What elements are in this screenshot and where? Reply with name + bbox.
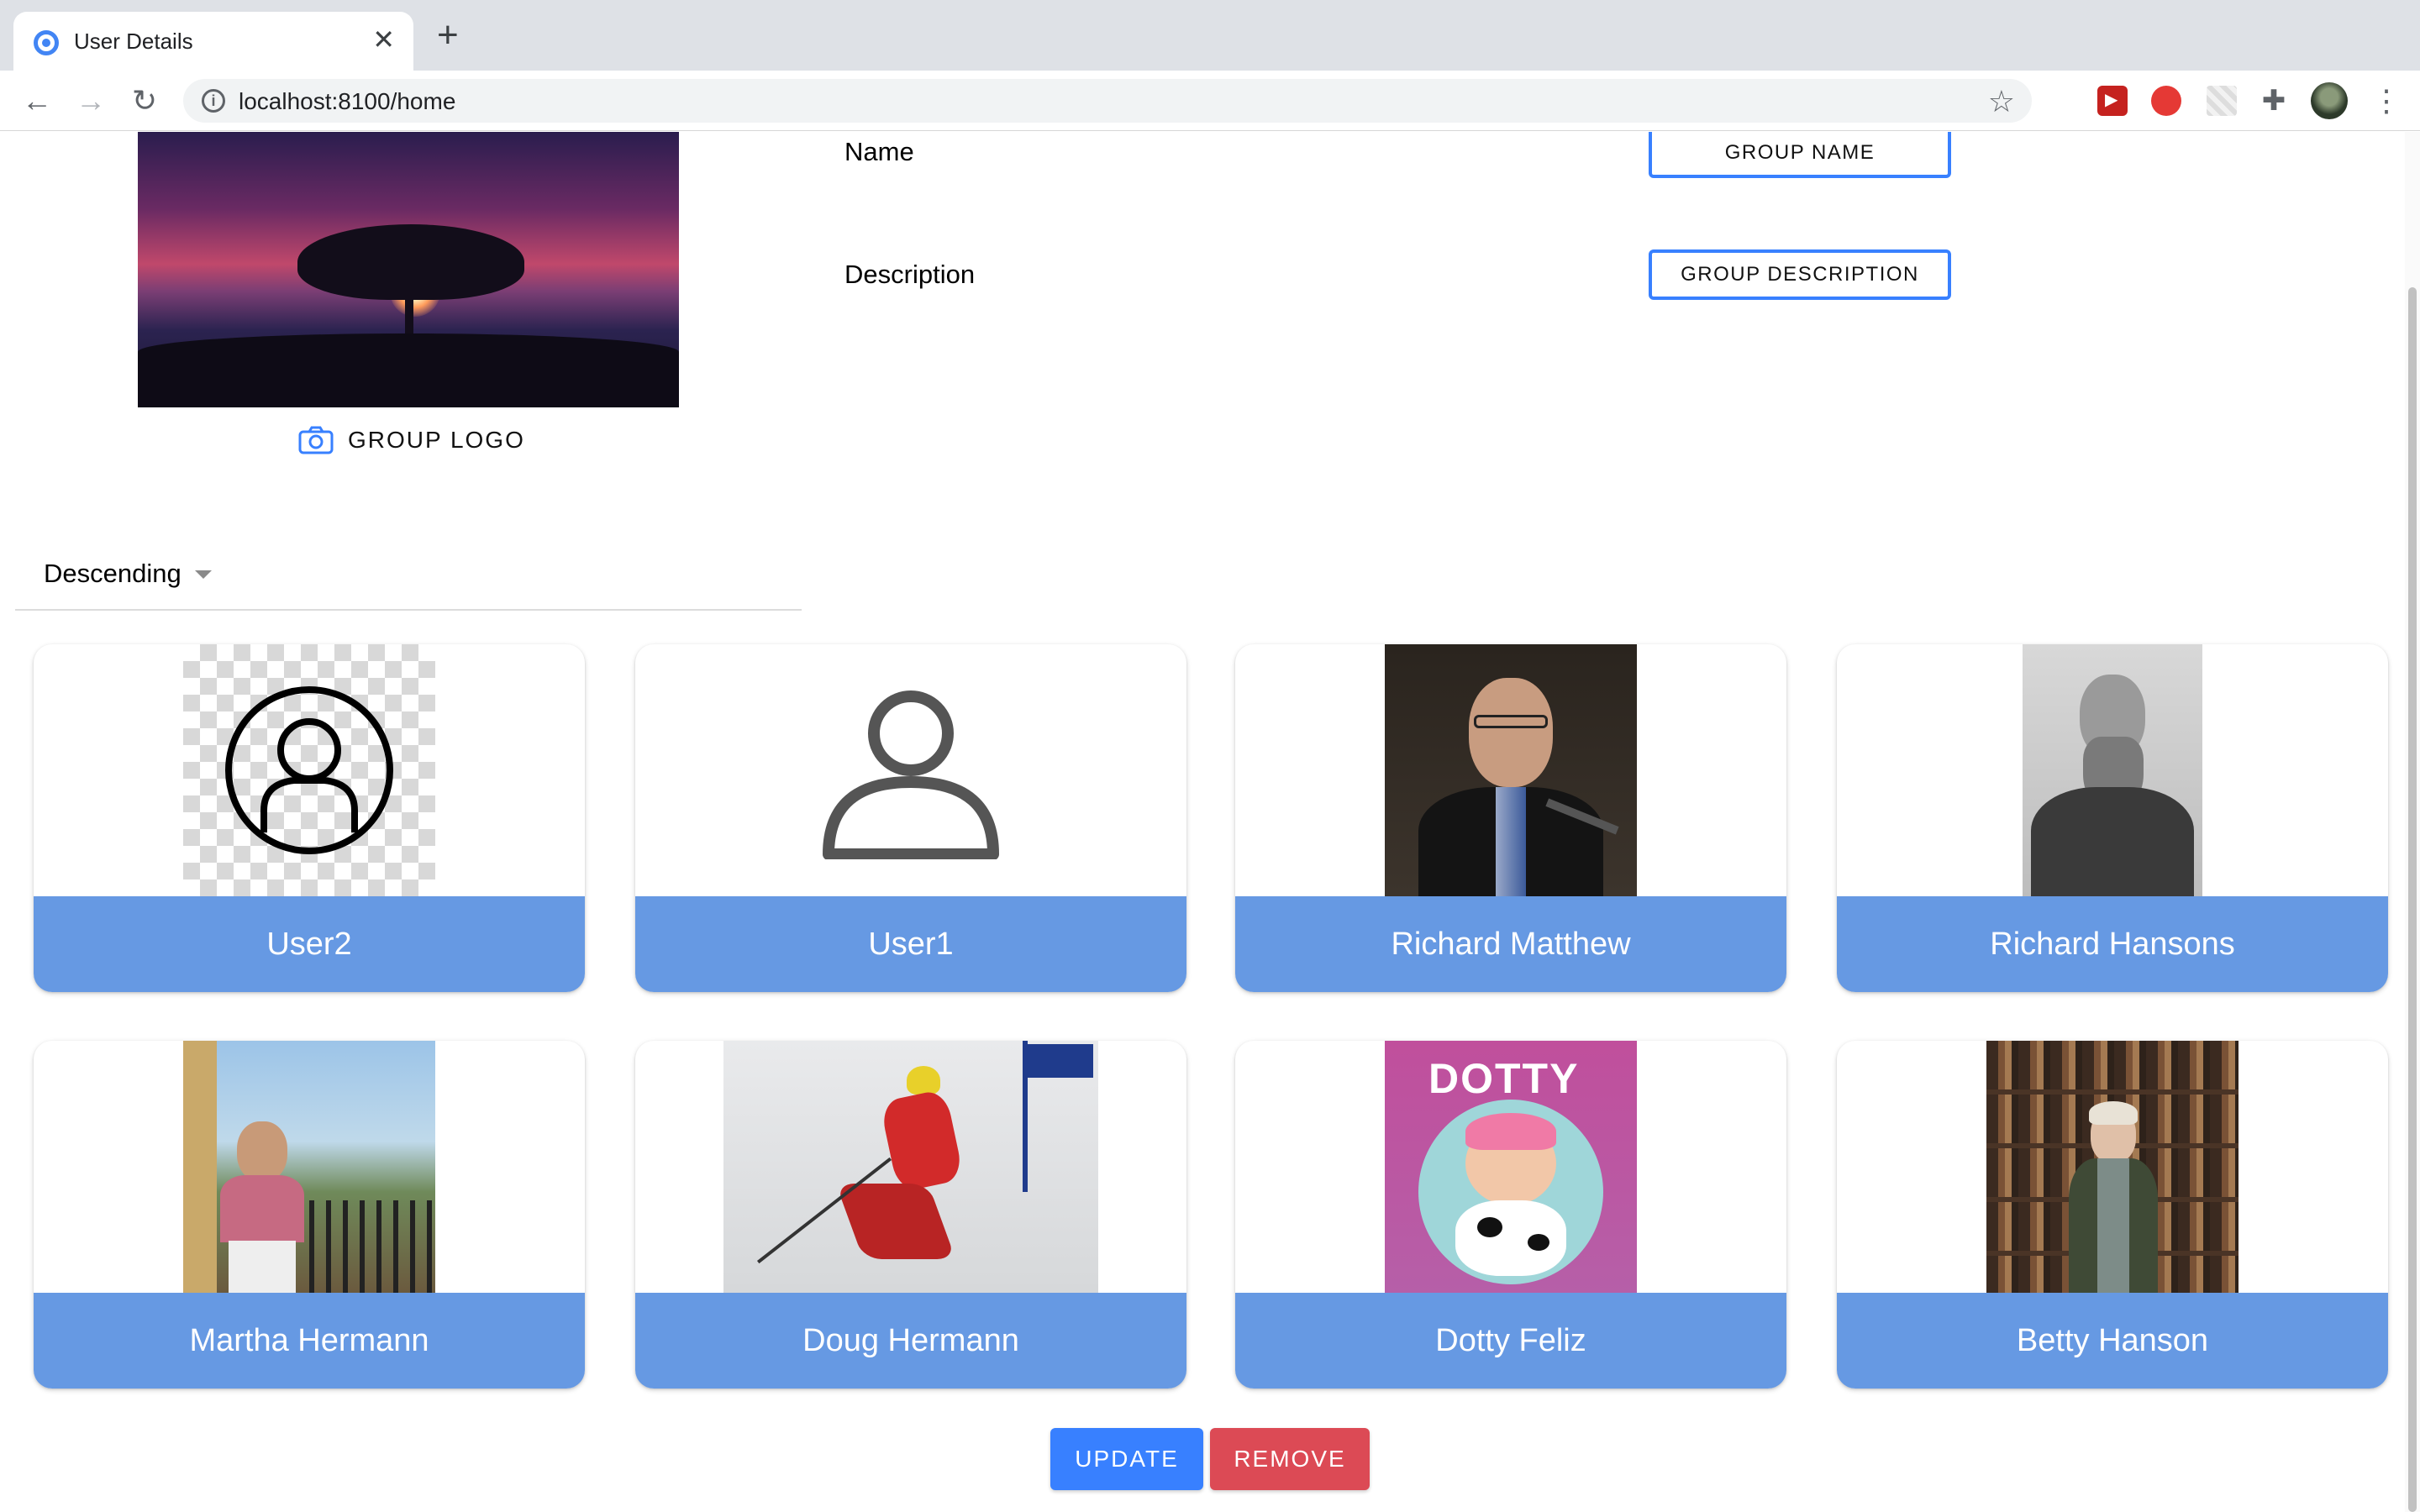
back-arrow-icon[interactable]: ←: [18, 82, 55, 119]
user-name: Martha Hermann: [34, 1293, 585, 1389]
person-shirt: [2097, 1158, 2129, 1293]
new-tab-button[interactable]: +: [437, 17, 459, 54]
user-name: Richard Matthew: [1235, 896, 1786, 992]
user-photo: [183, 1041, 435, 1293]
user-card[interactable]: Richard Matthew: [1235, 644, 1786, 992]
glasses: [1474, 715, 1548, 728]
sort-value: Descending: [44, 559, 182, 588]
extension-icon[interactable]: [2097, 86, 2128, 116]
group-name-button[interactable]: GROUP NAME: [1649, 132, 1951, 178]
extension-icon[interactable]: [2207, 86, 2237, 116]
user-card[interactable]: User2: [34, 644, 585, 992]
browser-tab[interactable]: User Details ✕: [13, 12, 413, 71]
user-name: Doug Hermann: [635, 1293, 1186, 1389]
user-name: Dotty Feliz: [1235, 1293, 1786, 1389]
sort-order-select[interactable]: Descending: [15, 552, 802, 611]
person-pants: [229, 1241, 296, 1293]
profile-avatar[interactable]: [2311, 82, 2348, 119]
user-card[interactable]: Betty Hanson: [1837, 1041, 2388, 1389]
user-card[interactable]: Martha Hermann: [34, 1041, 585, 1389]
scrollbar-thumb[interactable]: [2408, 287, 2417, 1512]
user-card[interactable]: Richard Hansons: [1837, 644, 2388, 992]
more-menu-icon[interactable]: ⋮: [2371, 82, 2402, 119]
bookmark-star-icon[interactable]: ☆: [1988, 84, 2015, 119]
ground-silhouette: [138, 333, 679, 407]
user-avatar: [785, 644, 1037, 896]
tree-silhouette: [297, 224, 524, 300]
remove-button[interactable]: REMOVE: [1210, 1428, 1370, 1490]
cow-spots: [1477, 1217, 1502, 1237]
puzzle-extensions-icon[interactable]: ✚: [2259, 86, 2289, 116]
person-head: [1469, 678, 1553, 787]
skier-helmet: [907, 1066, 940, 1095]
gate-flag: [1026, 1044, 1093, 1078]
skier-body: [879, 1088, 965, 1194]
user-photo: [1986, 1041, 2238, 1293]
site-info-icon[interactable]: i: [202, 89, 225, 113]
user-card[interactable]: Doug Hermann: [635, 1041, 1186, 1389]
group-logo-image: [138, 132, 679, 407]
dotty-title: DOTTY: [1428, 1055, 1580, 1102]
tab-strip: User Details ✕ +: [0, 0, 2420, 71]
update-button[interactable]: UPDATE: [1050, 1428, 1203, 1490]
group-description-button[interactable]: GROUP DESCRIPTION: [1649, 249, 1951, 300]
gate-pole: [1023, 1041, 1028, 1192]
group-logo-label: GROUP LOGO: [348, 427, 525, 453]
railing: [309, 1200, 435, 1293]
user-card[interactable]: DOTTY Dotty Feliz: [1235, 1041, 1786, 1389]
user-circle-placeholder-icon: [225, 686, 393, 854]
person-silhouette-icon: [823, 690, 999, 859]
cow-spots: [1528, 1234, 1549, 1251]
user-name: User1: [635, 896, 1186, 992]
wall: [183, 1041, 217, 1293]
user-photo: [1385, 644, 1637, 896]
favicon-icon: [34, 30, 59, 55]
browser-toolbar: ← → ↻ i localhost:8100/home ☆ ✚ ⋮: [0, 71, 2420, 131]
name-label: Name: [844, 137, 914, 166]
user-name: Richard Hansons: [1837, 896, 2388, 992]
address-bar[interactable]: i localhost:8100/home ☆: [183, 79, 2032, 123]
tab-title: User Details: [74, 29, 193, 54]
close-tab-icon[interactable]: ✕: [372, 25, 395, 54]
caret-down-icon: [195, 570, 212, 579]
doll-body: [1455, 1200, 1566, 1276]
page-content: GROUP LOGO Name GROUP NAME Description G…: [0, 132, 2420, 1512]
user-photo: DOTTY: [1385, 1041, 1637, 1293]
doll-hair: [1465, 1113, 1556, 1150]
description-label: Description: [844, 260, 976, 289]
forward-arrow-icon[interactable]: →: [72, 82, 109, 119]
person-shirt: [1496, 787, 1526, 896]
user-photo: [723, 1041, 1098, 1293]
user-name: Betty Hanson: [1837, 1293, 2388, 1389]
reload-icon[interactable]: ↻: [126, 82, 163, 119]
url-text[interactable]: localhost:8100/home: [239, 88, 455, 115]
person-head: [237, 1121, 287, 1182]
user-card[interactable]: User1: [635, 644, 1186, 992]
person-top: [220, 1175, 304, 1242]
person-hair: [2089, 1101, 2138, 1125]
user-name: User2: [34, 896, 585, 992]
skier-legs: [835, 1184, 956, 1259]
extension-icon[interactable]: [2151, 86, 2181, 116]
user-avatar: [183, 644, 435, 896]
person-coat: [2031, 787, 2194, 896]
user-photo: [2023, 644, 2202, 896]
camera-icon: [298, 426, 334, 454]
